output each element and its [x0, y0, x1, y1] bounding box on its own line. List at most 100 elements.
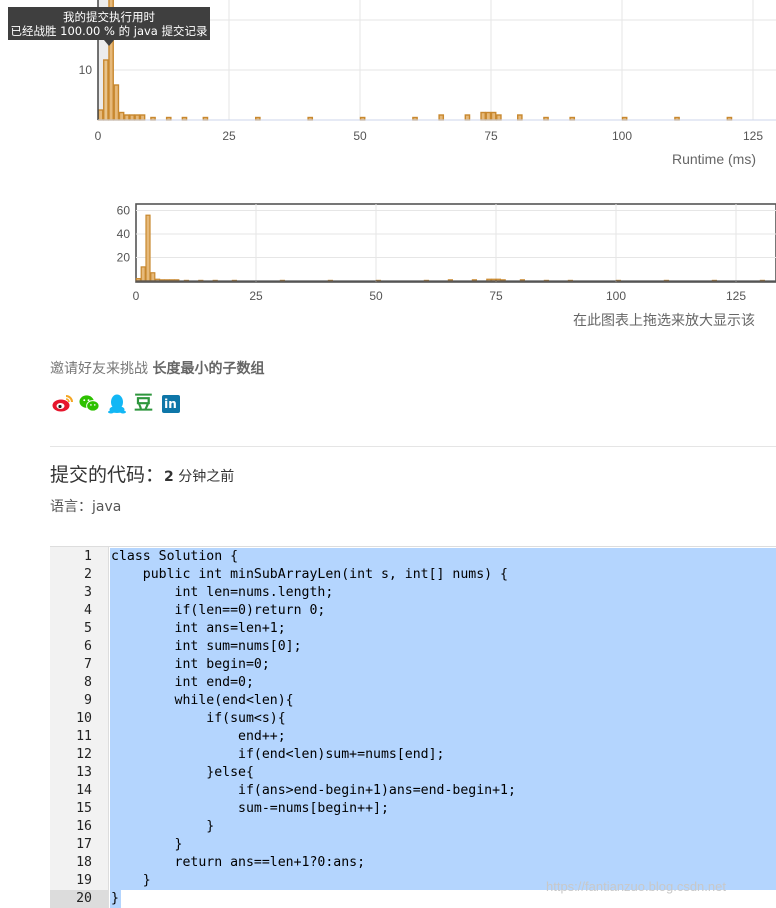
navigator-bar	[150, 272, 156, 282]
code-line[interactable]: 6 int sum=nums[0];	[50, 638, 776, 656]
histogram-bar	[139, 114, 146, 121]
line-number: 16	[76, 819, 92, 834]
histogram-bar	[123, 114, 130, 121]
code-text: int ans=len+1;	[110, 620, 776, 638]
code-editor[interactable]: 1 class Solution {2 public int minSubArra…	[50, 546, 776, 908]
code-line[interactable]: 9 while(end<len){	[50, 692, 776, 710]
language-value: java	[92, 499, 122, 515]
x-tick-label: 25	[222, 129, 236, 143]
invite-text: 邀请好友来挑战 长度最小的子数组	[50, 358, 264, 378]
code-line[interactable]: 15 sum-=nums[begin++];	[50, 800, 776, 818]
code-text: end++;	[110, 728, 776, 746]
code-line[interactable]: 10 if(sum<s){	[50, 710, 776, 728]
linkedin-glyph: in	[161, 394, 180, 413]
code-text: if(len==0)return 0;	[110, 602, 776, 620]
code-line[interactable]: 4 if(len==0)return 0;	[50, 602, 776, 620]
code-line[interactable]: 7 int begin=0;	[50, 656, 776, 674]
douban-icon[interactable]: 豆	[133, 393, 154, 414]
code-text: while(end<len){	[110, 692, 776, 710]
line-number: 14	[76, 783, 92, 798]
nav-x-tick-label: 0	[133, 289, 140, 303]
nav-x-tick-label: 100	[606, 289, 626, 303]
x-tick-label: 50	[353, 129, 367, 143]
code-line[interactable]: 2 public int minSubArrayLen(int s, int[]…	[50, 566, 776, 584]
code-text: public int minSubArrayLen(int s, int[] n…	[110, 566, 776, 584]
code-text: int len=nums.length;	[110, 584, 776, 602]
wechat-icon[interactable]	[79, 393, 100, 414]
language-line: 语言：java	[50, 496, 121, 516]
code-line[interactable]: 12 if(end<len)sum+=nums[end];	[50, 746, 776, 764]
code-text: }	[110, 818, 776, 836]
submission-time: 2 分钟之前	[164, 469, 234, 485]
code-text: sum-=nums[begin++];	[110, 800, 776, 818]
y-tick-label: 10	[79, 63, 93, 77]
submission-time-text: 分钟之前	[173, 469, 235, 485]
submission-title-label: 提交的代码：	[50, 464, 165, 486]
qq-icon[interactable]	[106, 393, 127, 414]
histogram-bar	[118, 111, 125, 121]
nav-x-tick-label: 25	[249, 289, 263, 303]
histogram-bar	[496, 114, 502, 121]
submission-time-number: 2	[164, 469, 174, 485]
code-text: int sum=nums[0];	[110, 638, 776, 656]
code-line[interactable]: 8 int end=0;	[50, 674, 776, 692]
code-text: return ans==len+1?0:ans;	[110, 854, 776, 872]
code-text: }	[110, 890, 121, 908]
code-text: if(ans>end-begin+1)ans=end-begin+1;	[110, 782, 776, 800]
line-number: 12	[76, 747, 92, 762]
navigator-bar	[140, 266, 146, 282]
x-tick-label: 100	[612, 129, 632, 143]
code-text: class Solution {	[110, 548, 776, 566]
code-line[interactable]: 16 }	[50, 818, 776, 836]
line-number: 5	[84, 621, 92, 636]
histogram-bar	[480, 111, 486, 121]
histogram-bar	[113, 84, 120, 121]
histogram-bar	[490, 111, 497, 121]
histogram-bar	[517, 114, 523, 121]
code-text: int begin=0;	[110, 656, 776, 674]
code-line[interactable]: 3 int len=nums.length;	[50, 584, 776, 602]
histogram-bar	[129, 114, 135, 121]
code-line[interactable]: 17 }	[50, 836, 776, 854]
nav-y-tick-label: 40	[117, 227, 131, 241]
code-line[interactable]: 11 end++;	[50, 728, 776, 746]
code-text: if(sum<s){	[110, 710, 776, 728]
navigator-bar	[145, 214, 151, 282]
histogram-bar	[97, 109, 104, 121]
histogram-bar	[464, 114, 471, 121]
code-line[interactable]: 14 if(ans>end-begin+1)ans=end-begin+1;	[50, 782, 776, 800]
navigator-caption: 在此图表上拖选来放大显示该	[573, 312, 755, 328]
line-number: 7	[84, 657, 92, 672]
line-number: 2	[84, 567, 92, 582]
invite-prefix: 邀请好友来挑战	[50, 361, 153, 377]
tooltip-arrow	[104, 40, 114, 46]
line-number: 13	[76, 765, 92, 780]
code-text: }	[110, 836, 776, 854]
code-line[interactable]: 5 int ans=len+1;	[50, 620, 776, 638]
line-number: 4	[84, 603, 92, 618]
navigator-frame	[135, 203, 776, 283]
code-line[interactable]: 1 class Solution {	[50, 548, 776, 566]
x-tick-label: 0	[95, 129, 102, 143]
line-number: 3	[84, 585, 92, 600]
linkedin-icon[interactable]: in	[160, 393, 181, 414]
line-number: 11	[76, 729, 92, 744]
douban-glyph: 豆	[133, 392, 153, 414]
nav-y-tick-label: 60	[117, 204, 131, 218]
submission-title: 提交的代码：2 分钟之前	[50, 460, 234, 487]
histogram-bar	[103, 59, 109, 121]
line-number: 10	[76, 711, 92, 726]
runtime-navigator-chart[interactable]: 20 40 60 0 25 50 75 100 125 在此图表上拖选来放大显示该	[0, 195, 776, 335]
x-tick-label: 125	[743, 129, 763, 143]
watermark: https://fantianzuo.blog.csdn.net	[546, 879, 726, 894]
code-text: if(end<len)sum+=nums[end];	[110, 746, 776, 764]
line-number: 1	[84, 549, 92, 564]
weibo-icon[interactable]	[52, 393, 73, 414]
code-line[interactable]: 18 return ans==len+1?0:ans;	[50, 854, 776, 872]
language-label: 语言：	[50, 499, 92, 515]
code-text: }else{	[110, 764, 776, 782]
x-tick-label: 75	[484, 129, 498, 143]
code-line[interactable]: 13 }else{	[50, 764, 776, 782]
histogram-bar	[438, 114, 445, 121]
tooltip-line-2: 已经战胜 100.00 % 的 java 提交记录	[10, 24, 208, 38]
